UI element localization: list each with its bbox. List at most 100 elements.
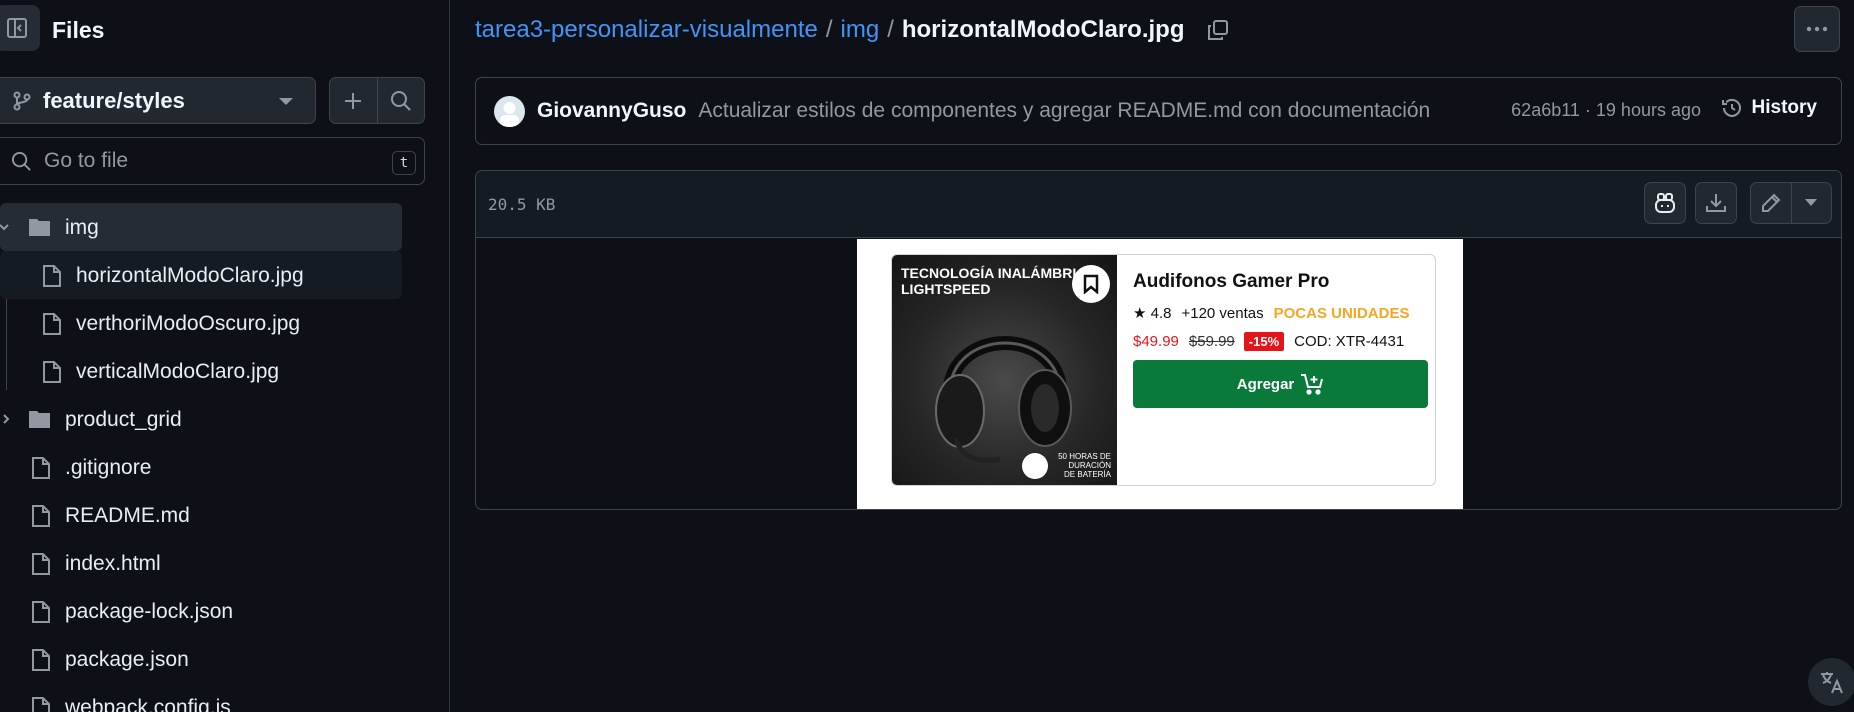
file-viewer-header: 20.5 KB xyxy=(476,171,1841,238)
product-code: COD: XTR-4431 xyxy=(1294,333,1405,350)
collapse-sidebar-button[interactable] xyxy=(0,5,40,51)
chevron-right-icon xyxy=(3,414,10,424)
sidebar-collapse-icon xyxy=(7,18,27,38)
tree-item-product-grid[interactable]: product_grid xyxy=(0,395,449,443)
history-label: History xyxy=(1751,97,1817,118)
file-tree: img horizontalModoClaro.jpg verthoriModo… xyxy=(0,203,449,712)
tree-item-img[interactable]: img xyxy=(0,203,402,251)
breadcrumb-separator: / xyxy=(825,16,833,43)
translate-button[interactable] xyxy=(1808,658,1854,706)
file-icon xyxy=(43,361,61,383)
product-card: TECNOLOGÍA INALÁMBRI LIGHTSPEED 50 HORAS… xyxy=(891,254,1436,486)
tree-item-label: webpack.config.js xyxy=(65,696,231,712)
git-branch-icon xyxy=(13,91,31,110)
tree-item-label: horizontalModoClaro.jpg xyxy=(76,264,304,287)
edit-file-button[interactable] xyxy=(1751,183,1791,223)
file-tree-sidebar: Files feature/styles t img horizontalMod… xyxy=(0,0,450,712)
breadcrumb-current-file: horizontalModoClaro.jpg xyxy=(901,16,1185,43)
product-price: $49.99 xyxy=(1133,333,1179,350)
add-to-cart-label: Agregar xyxy=(1236,375,1295,393)
file-icon xyxy=(32,553,50,575)
search-files-button[interactable] xyxy=(376,78,425,123)
file-viewer: 20.5 KB TECNOLOGÍA INALÁMBRI LIGHTSPEED xyxy=(475,170,1842,510)
copilot-button[interactable] xyxy=(1644,182,1686,224)
image-preview: TECNOLOGÍA INALÁMBRI LIGHTSPEED 50 HORAS… xyxy=(857,239,1463,509)
brand-logo xyxy=(1022,453,1048,479)
translate-icon xyxy=(1821,672,1843,694)
file-icon xyxy=(32,457,50,479)
search-icon xyxy=(11,151,31,171)
breadcrumb-repo-link[interactable]: tarea3-personalizar-visualmente xyxy=(475,16,818,44)
go-to-file-input[interactable] xyxy=(44,149,374,173)
product-photo: TECNOLOGÍA INALÁMBRI LIGHTSPEED 50 HORAS… xyxy=(892,255,1117,485)
tree-item-verthoriModoOscuro[interactable]: verthoriModoOscuro.jpg xyxy=(0,299,449,347)
commit-author[interactable]: GiovannyGuso xyxy=(537,99,686,123)
go-to-file-field[interactable]: t xyxy=(0,137,425,185)
breadcrumb: tarea3-personalizar-visualmente / img / … xyxy=(475,16,1231,44)
tree-item-horizontalModoClaro[interactable]: horizontalModoClaro.jpg xyxy=(0,251,402,299)
history-icon xyxy=(1721,98,1741,117)
file-icon xyxy=(43,313,61,335)
tree-item-index-html[interactable]: index.html xyxy=(0,539,449,587)
folder-open-icon xyxy=(29,219,50,236)
copy-path-button[interactable] xyxy=(1205,17,1231,43)
tree-item-label: package-lock.json xyxy=(65,600,234,623)
add-file-button[interactable] xyxy=(330,78,377,123)
edit-options-button[interactable] xyxy=(1790,183,1832,223)
latest-commit-bar: GiovannyGuso Actualizar estilos de compo… xyxy=(475,77,1842,145)
history-button[interactable]: History xyxy=(1720,96,1817,120)
commit-message[interactable]: Actualizar estilos de componentes y agre… xyxy=(698,99,1430,123)
add-to-cart-button: Agregar xyxy=(1133,360,1428,408)
product-old-price: $59.99 xyxy=(1188,333,1235,350)
chevron-down-icon xyxy=(1805,199,1818,206)
copy-icon xyxy=(1207,20,1228,40)
product-title: Audifonos Gamer Pro xyxy=(1133,271,1330,292)
plus-icon xyxy=(345,92,362,109)
tree-actions xyxy=(329,77,425,124)
product-pricing: $49.99 $59.99 -15% COD: XTR-4431 xyxy=(1133,332,1429,351)
bookmark-icon xyxy=(1083,274,1099,294)
tree-item-label: index.html xyxy=(65,552,161,575)
branch-selector[interactable]: feature/styles xyxy=(0,77,316,124)
chevron-down-icon xyxy=(279,98,293,105)
chevron-down-icon xyxy=(0,224,9,231)
edit-actions xyxy=(1750,182,1832,224)
user-avatar-icon xyxy=(500,101,519,127)
file-icon xyxy=(32,505,50,527)
file-icon xyxy=(32,649,50,671)
download-icon xyxy=(1706,194,1726,212)
tree-item-package-json[interactable]: package.json xyxy=(0,635,449,683)
tree-item-gitignore[interactable]: .gitignore xyxy=(0,443,449,491)
tree-item-label: .gitignore xyxy=(65,456,152,479)
tree-item-readme[interactable]: README.md xyxy=(0,491,449,539)
breadcrumb-separator: / xyxy=(887,16,894,43)
tree-item-webpack-config[interactable]: webpack.config.js xyxy=(0,683,449,712)
breadcrumb-folder-link[interactable]: img xyxy=(841,16,880,44)
product-rating: ★ 4.8 xyxy=(1133,305,1172,322)
tree-item-verticalModoClaro[interactable]: verticalModoClaro.jpg xyxy=(0,347,449,395)
tree-item-label: package.json xyxy=(65,648,189,671)
tree-item-label: verticalModoClaro.jpg xyxy=(76,360,280,383)
tree-item-label: product_grid xyxy=(65,408,182,431)
keyboard-shortcut-hint: t xyxy=(392,151,416,175)
product-stats: ★ 4.8 +120 ventas POCAS UNIDADES xyxy=(1133,304,1429,323)
tree-item-label: verthoriModoOscuro.jpg xyxy=(76,312,301,335)
product-info: Audifonos Gamer Pro ★ 4.8 +120 ventas PO… xyxy=(1133,271,1429,408)
search-icon xyxy=(390,90,411,111)
pencil-icon xyxy=(1761,193,1781,212)
copilot-icon xyxy=(1655,193,1675,213)
file-icon xyxy=(32,601,50,623)
commit-hash-time[interactable]: 62a6b11 · 19 hours ago xyxy=(1511,100,1701,121)
file-size: 20.5 KB xyxy=(488,195,556,214)
cart-plus-icon xyxy=(1301,374,1324,395)
tree-item-label: img xyxy=(65,216,99,239)
headphones-icon xyxy=(935,336,1072,463)
tree-item-package-lock[interactable]: package-lock.json xyxy=(0,587,449,635)
file-icon xyxy=(43,265,61,287)
download-raw-button[interactable] xyxy=(1695,182,1737,224)
branch-name: feature/styles xyxy=(43,87,185,113)
folder-icon xyxy=(29,411,50,428)
sidebar-title: Files xyxy=(52,17,105,43)
avatar[interactable] xyxy=(494,95,525,127)
more-options-button[interactable] xyxy=(1794,6,1840,52)
